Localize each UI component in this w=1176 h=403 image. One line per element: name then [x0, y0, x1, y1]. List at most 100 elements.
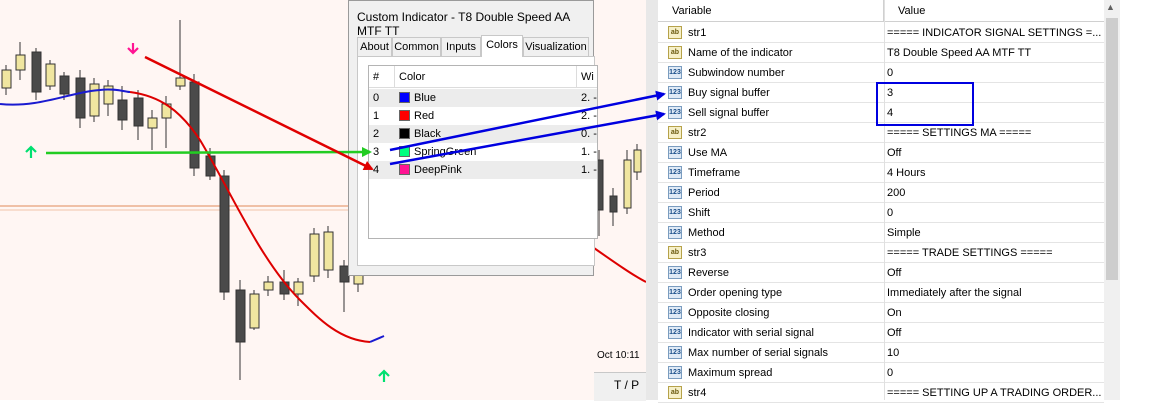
property-name: Use MA — [688, 147, 728, 159]
color-row[interactable]: 3 SpringGreen 1. - — [369, 143, 597, 161]
color-name: Blue — [414, 92, 437, 104]
property-name: str1 — [688, 27, 707, 39]
color-swatch[interactable] — [399, 110, 410, 121]
property-value[interactable]: 4 Hours — [887, 163, 926, 183]
property-value[interactable]: Simple — [887, 223, 921, 243]
candle-body — [175, 77, 186, 87]
scrollbar-thumb[interactable] — [1106, 18, 1118, 280]
candle-body — [15, 54, 26, 71]
number-type-icon: 123 — [668, 166, 682, 179]
property-value[interactable]: ===== INDICATOR SIGNAL SETTINGS =... — [887, 23, 1101, 43]
buffer-highlight-box — [876, 82, 974, 126]
property-row[interactable]: 123 Shift 0 — [658, 203, 1104, 223]
colors-list[interactable]: # Color Wi 0 Blue 2. - 1 Red 2. - 2 Blac… — [368, 65, 598, 239]
candle-body — [323, 231, 334, 271]
string-type-icon: ab — [668, 46, 682, 59]
color-row[interactable]: 4 DeepPink 1. - — [369, 161, 597, 179]
color-row[interactable]: 2 Black 0. - — [369, 125, 597, 143]
col-header-width[interactable]: Wi — [577, 66, 597, 88]
line-width[interactable]: 0. - — [581, 125, 597, 143]
col-header-color[interactable]: Color — [395, 66, 577, 88]
color-swatch[interactable] — [399, 146, 410, 157]
property-row[interactable]: 123 Period 200 — [658, 183, 1104, 203]
color-name: SpringGreen — [414, 146, 477, 158]
candle-body — [45, 63, 56, 87]
property-value[interactable]: ===== SETTING UP A TRADING ORDER... — [887, 383, 1101, 403]
line-width[interactable]: 2. - — [581, 89, 597, 107]
property-row[interactable]: 123 Indicator with serial signal Off — [658, 323, 1104, 343]
property-name: str4 — [688, 387, 707, 399]
secondary-chart-strip[interactable] — [594, 0, 646, 400]
property-value[interactable]: Off — [887, 143, 901, 163]
number-type-icon: 123 — [668, 186, 682, 199]
property-name: Opposite closing — [688, 307, 770, 319]
col-header-index[interactable]: # — [369, 66, 395, 88]
line-width[interactable]: 1. - — [581, 143, 597, 161]
time-axis-label: Oct 10:11 — [597, 350, 640, 361]
property-row[interactable]: 123 Opposite closing On — [658, 303, 1104, 323]
property-row[interactable]: ab str3 ===== TRADE SETTINGS ===== — [658, 243, 1104, 263]
sell-arrow-icon — [127, 43, 139, 55]
property-row[interactable]: 123 Maximum spread 0 — [658, 363, 1104, 383]
tab-colors[interactable]: Colors — [481, 35, 523, 57]
property-value[interactable]: On — [887, 303, 902, 323]
header-variable[interactable]: Variable — [658, 0, 884, 22]
buy-arrow-icon — [25, 145, 37, 158]
property-value[interactable]: Immediately after the signal — [887, 283, 1022, 303]
property-value[interactable]: 200 — [887, 183, 905, 203]
property-name: Name of the indicator — [688, 47, 793, 59]
properties-grid[interactable]: Variable Value ab str1 ===== INDICATOR SIG… — [658, 0, 1104, 403]
property-value[interactable]: ===== TRADE SETTINGS ===== — [887, 243, 1053, 263]
color-swatch[interactable] — [399, 128, 410, 139]
tp-tab[interactable]: T / P — [614, 378, 639, 392]
right-margin — [1120, 0, 1176, 400]
property-row[interactable]: 123 Max number of serial signals 10 — [658, 343, 1104, 363]
column-divider — [884, 0, 885, 400]
property-value[interactable]: Off — [887, 323, 901, 343]
tab-inputs[interactable]: Inputs — [441, 37, 481, 56]
scroll-up-icon[interactable]: ▲ — [1106, 2, 1115, 12]
line-width[interactable]: 2. - — [581, 107, 597, 125]
candle-body — [219, 175, 230, 293]
color-name: Red — [414, 110, 435, 122]
property-value[interactable]: 10 — [887, 343, 899, 363]
candle-body — [263, 281, 274, 291]
tab-visualization[interactable]: Visualization — [523, 37, 589, 56]
number-type-icon: 123 — [668, 346, 682, 359]
property-name: Order opening type — [688, 287, 783, 299]
color-swatch[interactable] — [399, 92, 410, 103]
color-row[interactable]: 0 Blue 2. - — [369, 89, 597, 107]
property-row[interactable]: 123 Use MA Off — [658, 143, 1104, 163]
buy-arrow-icon — [378, 369, 390, 382]
property-row[interactable]: 123 Subwindow number 0 — [658, 63, 1104, 83]
window-gap — [646, 0, 658, 400]
property-name: str3 — [688, 247, 707, 259]
header-value[interactable]: Value — [884, 0, 1104, 22]
property-row[interactable]: 123 Timeframe 4 Hours — [658, 163, 1104, 183]
property-value[interactable]: ===== SETTINGS MA ===== — [887, 123, 1031, 143]
property-row[interactable]: ab Name of the indicator T8 Double Speed A… — [658, 43, 1104, 63]
line-width[interactable]: 1. - — [581, 161, 597, 179]
color-index: 3 — [373, 146, 380, 158]
property-row[interactable]: 123 Order opening type Immediately after t… — [658, 283, 1104, 303]
tab-about[interactable]: About — [357, 37, 392, 56]
property-value[interactable]: Off — [887, 263, 901, 283]
property-value[interactable]: 0 — [887, 63, 893, 83]
property-name: Buy signal buffer — [688, 87, 770, 99]
candle-body — [117, 99, 128, 121]
candle-body — [249, 293, 260, 329]
color-row[interactable]: 1 Red 2. - — [369, 107, 597, 125]
property-row[interactable]: ab str4 ===== SETTING UP A TRADING ORDER..… — [658, 383, 1104, 403]
property-row[interactable]: 123 Method Simple — [658, 223, 1104, 243]
tab-common[interactable]: Common — [392, 37, 441, 56]
property-value[interactable]: 0 — [887, 203, 893, 223]
property-row[interactable]: 123 Reverse Off — [658, 263, 1104, 283]
property-value[interactable]: 0 — [887, 363, 893, 383]
color-swatch[interactable] — [399, 164, 410, 175]
candle-body — [147, 117, 158, 129]
property-row[interactable]: ab str2 ===== SETTINGS MA ===== — [658, 123, 1104, 143]
number-type-icon: 123 — [668, 326, 682, 339]
number-type-icon: 123 — [668, 146, 682, 159]
property-row[interactable]: ab str1 ===== INDICATOR SIGNAL SETTINGS =.… — [658, 23, 1104, 43]
property-value[interactable]: T8 Double Speed AA MTF TT — [887, 43, 1031, 63]
